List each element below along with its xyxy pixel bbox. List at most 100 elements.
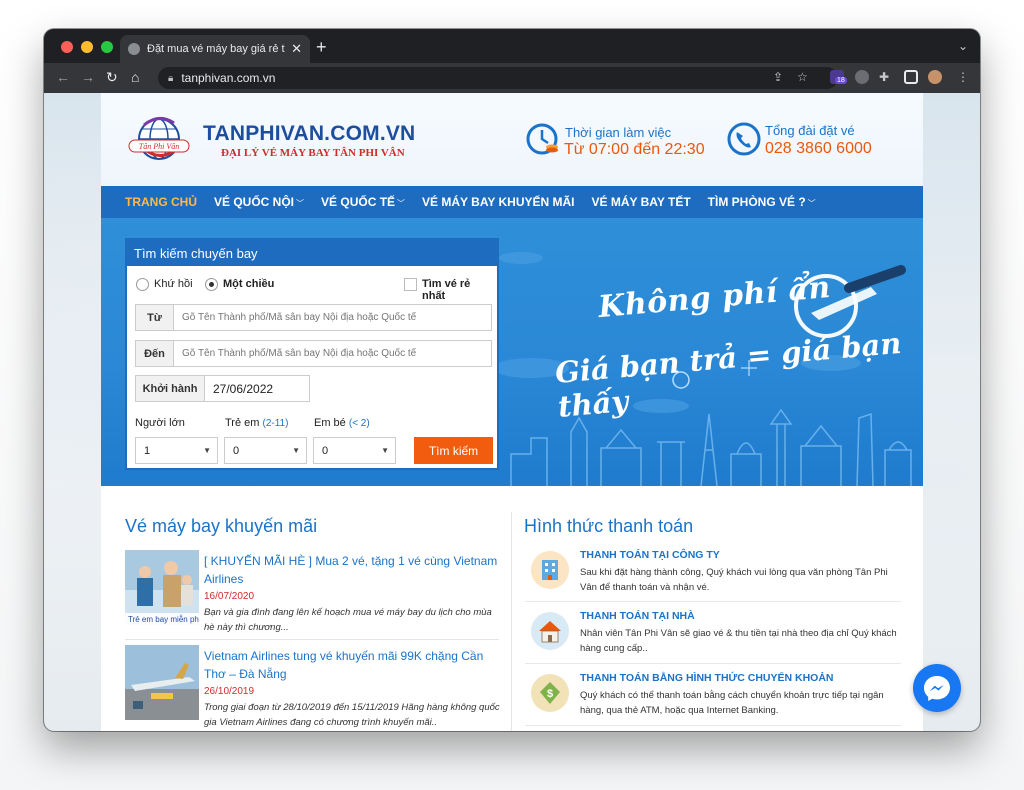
infant-label-text: Em bé [314, 417, 346, 429]
home-icon[interactable]: ⌂ [131, 69, 139, 85]
promo-item-date: 16/07/2020 [204, 591, 255, 602]
tab-title: Đặt mua vé máy bay giá rẻ trong [147, 43, 285, 55]
payment-divider [525, 663, 901, 664]
messenger-icon [924, 676, 950, 701]
nav-item-promotions[interactable]: VÉ MÁY BAY KHUYẾN MÃI [422, 195, 574, 209]
nav-item-label: VÉ MÁY BAY TẾT [591, 195, 691, 209]
brand-tagline: ĐẠI LÝ VÉ MÁY BAY TÂN PHI VÂN [221, 147, 405, 159]
browser-tab[interactable]: Đặt mua vé máy bay giá rẻ trong ✕ [120, 35, 310, 63]
share-icon[interactable]: ⇪ [773, 70, 783, 84]
extension-icon[interactable] [855, 70, 869, 84]
puzzle-icon[interactable]: ✚ [879, 70, 889, 84]
hotline-label: Tổng đài đặt vé [765, 123, 855, 138]
child-select[interactable]: 0 ▼ [224, 437, 307, 464]
bookmark-star-icon[interactable]: ☆ [797, 70, 808, 84]
minimize-window-button[interactable] [81, 41, 93, 53]
payment-method-title[interactable]: THANH TOÁN TẠI NHÀ [580, 610, 695, 622]
browser-toolbar: ← → ↻ ⌂ 🔒︎ tanphivan.com.vn ⇪ ☆ ✚ ⋮ 18 [44, 63, 980, 93]
home-icon [531, 612, 569, 650]
nav-item-tet[interactable]: VÉ MÁY BAY TẾT [592, 195, 691, 209]
clock-icon [526, 123, 558, 155]
child-age-hint: (2-11) [262, 418, 289, 429]
promo-thumbnail[interactable] [125, 645, 199, 720]
payment-method-description: Nhân viên Tân Phi Vân sẽ giao vé & thu t… [580, 628, 897, 654]
payment-divider [525, 725, 901, 726]
close-window-button[interactable] [61, 41, 73, 53]
site-container: Tân Phi Vân TANPHIVAN.COM.VN ĐẠI LÝ VÉ M… [101, 93, 923, 731]
close-icon[interactable]: ✕ [291, 41, 302, 57]
nav-item-home[interactable]: TRANG CHỦ [125, 195, 197, 209]
main-nav: TRANG CHỦ VÉ QUỐC NỘI ﹀ VÉ QUỐC TẾ ﹀ VÉ MÁ… [101, 186, 923, 218]
round-trip-radio[interactable] [136, 278, 149, 291]
one-way-label[interactable]: Một chiều [223, 278, 274, 290]
tab-strip: Đặt mua vé máy bay giá rẻ trong ✕ + ⌄ [44, 29, 980, 63]
promotions-title: Vé máy bay khuyến mãi [125, 516, 318, 536]
payment-method-description: Quý khách có thể thanh toán bằng cách ch… [580, 690, 884, 716]
promo-item[interactable]: Trẻ em bay miễn phí [ KHUYẾN MÃI HÈ ] Mu… [125, 550, 499, 634]
round-trip-label[interactable]: Khứ hồi [154, 278, 193, 290]
bank-transfer-icon: $ [531, 674, 569, 712]
to-input[interactable] [174, 341, 491, 366]
promo-image-caption: Trẻ em bay miễn phí [128, 615, 199, 624]
promo-thumbnail[interactable]: Trẻ em bay miễn phí [125, 550, 199, 625]
url-text: tanphivan.com.vn [181, 71, 276, 85]
hotline-number[interactable]: 028 3860 6000 [765, 140, 872, 158]
nav-item-international[interactable]: VÉ QUỐC TẾ ﹀ [321, 195, 405, 209]
flight-search-form: Tìm kiếm chuyến bay Khứ hồi Một chiều Tì… [125, 238, 499, 470]
hero-banner: Không phí ẩn Giá bạn trả = giá bạn thấy … [101, 218, 923, 486]
promo-item-excerpt: Bạn và gia đình đang lên kế hoạch mua vé… [204, 607, 492, 633]
new-tab-button[interactable]: + [316, 37, 327, 58]
nav-item-domestic[interactable]: VÉ QUỐC NỘI ﹀ [214, 195, 304, 209]
payment-divider [525, 601, 901, 602]
departure-label: Khởi hành [136, 376, 205, 401]
more-menu-icon[interactable]: ⋮ [957, 70, 969, 84]
departure-date-input[interactable]: 27/06/2022 [205, 376, 309, 401]
departure-field: Khởi hành 27/06/2022 [135, 375, 310, 402]
from-label: Từ [136, 305, 174, 330]
adult-select[interactable]: 1 ▼ [135, 437, 218, 464]
from-input[interactable] [174, 305, 491, 330]
one-way-radio[interactable] [205, 278, 218, 291]
lock-icon: 🔒︎ [168, 72, 174, 84]
payment-method-item: THANH TOÁN TẠI CÔNG TY Sau khi đặt hàng … [525, 549, 901, 609]
promo-item-date: 26/10/2019 [204, 686, 255, 697]
address-bar[interactable]: 🔒︎ tanphivan.com.vn [158, 67, 838, 89]
logo[interactable]: Tân Phi Vân [126, 115, 192, 167]
messenger-chat-button[interactable] [913, 664, 961, 712]
back-icon[interactable]: ← [56, 69, 70, 85]
avatar[interactable] [928, 70, 942, 84]
payment-method-title[interactable]: THANH TOÁN BẰNG HÌNH THỨC CHUYỂN KHOẢN [580, 672, 834, 684]
working-hours-value: Từ 07:00 đến 22:30 [564, 141, 705, 158]
adult-select-value: 1 [144, 444, 151, 457]
reload-icon[interactable]: ↻ [106, 69, 118, 86]
extension-badge: 18 [835, 77, 847, 84]
adult-label: Người lớn [135, 417, 185, 429]
sidebar-icon[interactable] [904, 70, 918, 84]
working-hours-label: Thời gian làm việc [565, 125, 672, 140]
promo-item-title[interactable]: Vietnam Airlines tung vé khuyến mãi 99K … [204, 647, 500, 683]
infant-age-hint: (< 2) [348, 418, 370, 429]
search-button[interactable]: Tìm kiếm [414, 437, 493, 464]
payment-method-title[interactable]: THANH TOÁN TẠI CÔNG TY [580, 549, 720, 561]
cheapest-checkbox[interactable] [404, 278, 417, 291]
chevron-down-icon: ﹀ [807, 199, 816, 208]
infant-select-value: 0 [322, 444, 329, 457]
globe-icon [128, 43, 140, 55]
brand-name[interactable]: TANPHIVAN.COM.VN [203, 122, 415, 146]
payment-title: Hình thức thanh toán [524, 516, 694, 536]
promo-item-title[interactable]: [ KHUYẾN MÃI HÈ ] Mua 2 vé, tặng 1 vé cù… [204, 552, 500, 588]
nav-item-label: VÉ MÁY BAY KHUYẾN MÃI [422, 195, 575, 209]
maximize-window-button[interactable] [101, 41, 113, 53]
forward-icon[interactable]: → [81, 69, 95, 85]
nav-item-label: VÉ QUỐC NỘI [214, 195, 295, 209]
child-select-value: 0 [233, 444, 240, 457]
chevron-down-icon[interactable]: ⌄ [958, 39, 968, 53]
site-header: Tân Phi Vân TANPHIVAN.COM.VN ĐẠI LÝ VÉ M… [101, 93, 923, 186]
cheapest-label[interactable]: Tìm vé rẻ nhất [422, 278, 489, 302]
phone-icon [727, 122, 761, 156]
infant-select[interactable]: 0 ▼ [313, 437, 396, 464]
to-label: Đến [136, 341, 174, 366]
promo-item[interactable]: Vietnam Airlines tung vé khuyến mãi 99K … [125, 645, 500, 728]
svg-text:$: $ [547, 688, 553, 700]
nav-item-offices[interactable]: TÌM PHÒNG VÉ ? ﹀ [708, 195, 816, 209]
